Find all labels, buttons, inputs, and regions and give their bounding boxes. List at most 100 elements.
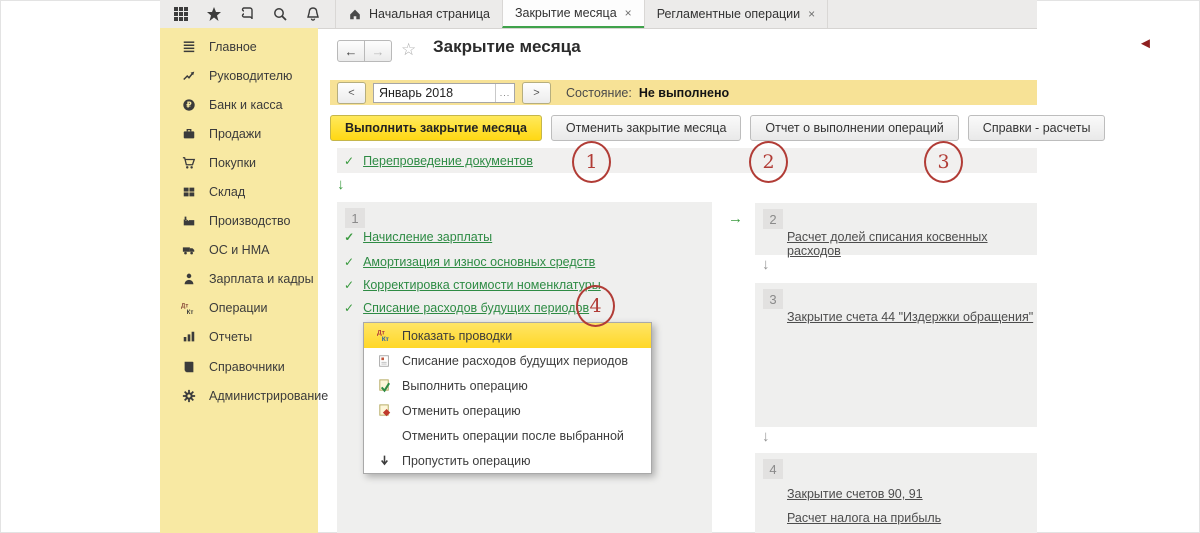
sidebar-item-purchases[interactable]: Покупки bbox=[160, 148, 318, 177]
operation-link-cost-adjustment[interactable]: Корректировка стоимости номенклатуры bbox=[363, 278, 601, 292]
annotation-circle-2: 2 bbox=[749, 141, 788, 183]
sidebar-item-label: Главное bbox=[209, 39, 257, 54]
sidebar-item-label: ОС и НМА bbox=[209, 243, 270, 258]
menu-item-show-postings[interactable]: Дт Кт Показать проводки bbox=[364, 323, 651, 348]
sidebar-item-label: Продажи bbox=[209, 126, 262, 141]
menu-item-skip-operation[interactable]: Пропустить операцию bbox=[364, 448, 651, 473]
annotation-circle-3: 3 bbox=[924, 141, 963, 183]
gear-icon bbox=[181, 388, 196, 403]
stage3-number: 3 bbox=[763, 289, 783, 309]
notifications-bell-icon[interactable] bbox=[304, 6, 321, 23]
tab-close-icon[interactable]: × bbox=[625, 6, 632, 20]
factory-icon bbox=[181, 214, 196, 229]
sidebar-item-administration[interactable]: Администрирование bbox=[160, 381, 328, 410]
stage4-number: 4 bbox=[763, 459, 783, 479]
sidebar-item-bank-cash[interactable]: ₽ Банк и касса bbox=[160, 90, 318, 119]
history-nav-buttons: ← → bbox=[337, 40, 392, 62]
flow-down-arrow-icon: ↓ bbox=[762, 428, 770, 445]
sidebar-item-manager[interactable]: Руководителю bbox=[160, 61, 318, 90]
operation-link-accounts-90-91-closing[interactable]: Закрытие счетов 90, 91 bbox=[787, 487, 923, 501]
sidebar-item-warehouse[interactable]: Склад bbox=[160, 177, 318, 206]
tab-label: Закрытие месяца bbox=[514, 6, 617, 20]
annotation-circle-1: 1 bbox=[572, 141, 611, 183]
menu-item-label: Показать проводки bbox=[402, 328, 513, 343]
sidebar-item-sales[interactable]: Продажи bbox=[160, 119, 318, 148]
book-icon bbox=[181, 359, 196, 374]
menu-item-cancel-operation[interactable]: Отменить операцию bbox=[364, 398, 651, 423]
apps-icon[interactable] bbox=[172, 6, 189, 23]
operation-link-account44-closing[interactable]: Закрытие счета 44 "Издержки обращения" bbox=[787, 310, 1033, 324]
document-cancel-icon bbox=[376, 403, 392, 419]
period-picker-ellipsis-button[interactable]: ... bbox=[495, 83, 514, 102]
operation-link-income-tax[interactable]: Расчет налога на прибыль bbox=[787, 511, 941, 525]
context-menu: Дт Кт Показать проводки Списание расходов… bbox=[363, 322, 652, 474]
cart-icon bbox=[181, 155, 196, 170]
tab-month-closing[interactable]: Закрытие месяца × bbox=[501, 0, 644, 28]
operation-link-deferred-expenses[interactable]: Списание расходов будущих периодов bbox=[363, 301, 589, 315]
menu-item-deferred-expenses[interactable]: Списание расходов будущих периодов bbox=[364, 348, 651, 373]
tab-label: Регламентные операции bbox=[656, 7, 801, 21]
top-toolbar: Начальная страница Закрытие месяца × Рег… bbox=[160, 0, 1037, 29]
sidebar-item-label: Склад bbox=[209, 185, 246, 200]
sidebar-item-main[interactable]: Главное bbox=[160, 32, 318, 61]
flow-down-arrow-icon: ↓ bbox=[762, 256, 770, 273]
flow-right-arrow-icon: → bbox=[728, 210, 743, 227]
period-state-bar: < ... > Состояние: Не выполнено bbox=[330, 80, 1037, 105]
sidebar-item-production[interactable]: Производство bbox=[160, 207, 318, 236]
period-input[interactable] bbox=[374, 83, 495, 102]
check-icon: ✓ bbox=[344, 230, 355, 244]
operations-report-button[interactable]: Отчет о выполнении операций bbox=[750, 115, 959, 141]
dt-kt-icon: Дт Кт bbox=[376, 328, 392, 344]
operation-link-indirect-expenses[interactable]: Расчет долей списания косвенных расходов bbox=[787, 230, 1037, 258]
menu-item-execute-operation[interactable]: Выполнить операцию bbox=[364, 373, 651, 398]
quick-launch-icons bbox=[160, 0, 335, 28]
document-icon bbox=[376, 353, 392, 369]
stage1-number: 1 bbox=[345, 208, 365, 228]
check-icon: ✓ bbox=[344, 255, 355, 269]
menu-lines-icon bbox=[181, 39, 196, 54]
grid-boxes-icon bbox=[181, 185, 196, 200]
sidebar-item-label: Производство bbox=[209, 214, 291, 229]
page-title: Закрытие месяца bbox=[433, 37, 581, 56]
favorites-star-icon[interactable] bbox=[205, 6, 222, 23]
sidebar-item-label: Зарплата и кадры bbox=[209, 272, 314, 287]
tab-home-page[interactable]: Начальная страница bbox=[335, 0, 502, 28]
sidebar-nav: Главное Руководителю ₽ Банк и касса Прод… bbox=[160, 28, 328, 533]
menu-item-cancel-after-selected[interactable]: Отменить операции после выбранной bbox=[364, 423, 651, 448]
back-button[interactable]: ← bbox=[337, 40, 365, 62]
state-value: Не выполнено bbox=[638, 85, 730, 100]
sidebar-item-operations[interactable]: Дт Кт Операции bbox=[160, 294, 318, 323]
tab-close-icon[interactable]: × bbox=[808, 7, 815, 21]
sidebar-item-directories[interactable]: Справочники bbox=[160, 352, 318, 381]
sidebar-item-label: Отчеты bbox=[209, 330, 253, 345]
ruble-circle-icon: ₽ bbox=[181, 97, 196, 112]
favorite-star-icon[interactable]: ☆ bbox=[401, 40, 416, 60]
search-icon[interactable] bbox=[271, 6, 288, 23]
reposting-link[interactable]: Перепроведение документов bbox=[363, 154, 533, 168]
sidebar-item-salary-hr[interactable]: Зарплата и кадры bbox=[160, 265, 318, 294]
cancel-month-closing-button[interactable]: Отменить закрытие месяца bbox=[550, 115, 742, 141]
period-field-wrap: ... bbox=[373, 82, 515, 103]
flow-down-arrow-icon: ↓ bbox=[337, 176, 345, 193]
operation-link-depreciation[interactable]: Амортизация и износ основных средств bbox=[363, 255, 595, 269]
history-icon[interactable] bbox=[238, 6, 255, 23]
truck-icon bbox=[181, 243, 196, 258]
tab-scheduled-operations[interactable]: Регламентные операции × bbox=[643, 0, 829, 28]
menu-item-label: Отменить операции после выбранной bbox=[402, 428, 624, 443]
next-period-button[interactable]: > bbox=[522, 81, 551, 104]
references-calculations-button[interactable]: Справки - расчеты bbox=[967, 115, 1106, 141]
stage3-panel: 3 Закрытие счета 44 "Издержки обращения" bbox=[755, 283, 1037, 427]
execute-month-closing-button[interactable]: Выполнить закрытие месяца bbox=[330, 115, 542, 141]
skip-arrow-down-icon bbox=[376, 453, 392, 469]
tab-label: Начальная страница bbox=[369, 7, 490, 21]
sidebar-item-label: Покупки bbox=[209, 155, 257, 170]
action-buttons-row: Выполнить закрытие месяца Отменить закры… bbox=[330, 115, 1106, 141]
operation-link-payroll[interactable]: Начисление зарплаты bbox=[363, 230, 492, 244]
previous-period-button[interactable]: < bbox=[337, 81, 366, 104]
forward-button[interactable]: → bbox=[365, 40, 392, 62]
sidebar-item-reports[interactable]: Отчеты bbox=[160, 323, 318, 352]
app-window: Начальная страница Закрытие месяца × Рег… bbox=[0, 0, 1200, 533]
menu-item-label: Пропустить операцию bbox=[402, 453, 531, 468]
sidebar-item-fixed-assets[interactable]: ОС и НМА bbox=[160, 236, 318, 265]
dt-kt-icon: Дт Кт bbox=[181, 301, 196, 315]
